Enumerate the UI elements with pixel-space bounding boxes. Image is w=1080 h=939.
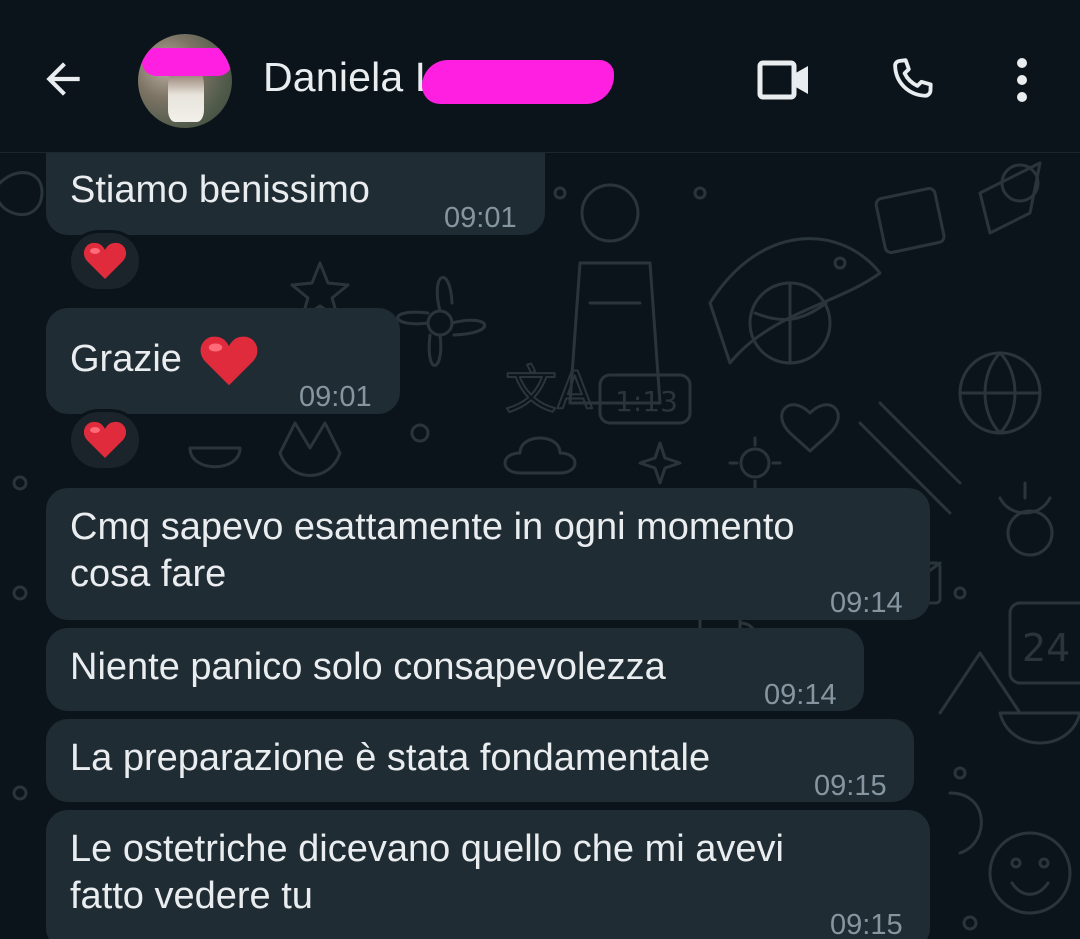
- chat-header: Daniela Li: [0, 0, 1080, 153]
- video-call-button[interactable]: [752, 48, 816, 112]
- message-bubble[interactable]: Le ostetriche dicevano quello che mi ave…: [46, 810, 930, 939]
- message-text: Niente panico solo consapevolezza: [70, 646, 666, 688]
- message-text-line-2: fatto vedere tu: [70, 875, 313, 917]
- message-text: La preparazione è stata fondamentale: [70, 737, 711, 779]
- message-bubble[interactable]: Niente panico solo consapevolezza 09:14: [46, 628, 864, 711]
- message-bubble[interactable]: La preparazione è stata fondamentale 09:…: [46, 719, 914, 802]
- video-camera-icon: [757, 60, 808, 100]
- svg-text:24: 24: [1022, 626, 1070, 670]
- message-timestamp: 09:01: [299, 381, 372, 413]
- phone-icon: [893, 58, 933, 98]
- contact-name[interactable]: Daniela Li: [263, 54, 447, 101]
- avatar-redaction: [142, 48, 232, 76]
- svg-text:文A: 文A: [505, 361, 593, 421]
- arrow-left-icon: [46, 62, 80, 96]
- message-text-line-1: Le ostetriche dicevano quello che mi ave…: [70, 828, 784, 870]
- more-vertical-icon: [1017, 58, 1027, 102]
- heart-icon: [83, 421, 127, 458]
- message-reaction[interactable]: [68, 409, 142, 471]
- heart-emoji: [200, 336, 258, 386]
- message-text-line-1: Cmq sapevo esattamente in ogni momento: [70, 506, 795, 548]
- message-list[interactable]: 文A 1:13 24 Stiamo benissimo 09:01 Grazie…: [0, 153, 1080, 939]
- message-timestamp: 09:01: [444, 202, 517, 234]
- name-redaction: [422, 60, 614, 104]
- message-text: Stiamo benissimo: [70, 169, 370, 211]
- message-timestamp: 09:14: [830, 587, 903, 619]
- voice-call-button[interactable]: [880, 48, 944, 112]
- message-bubble[interactable]: Cmq sapevo esattamente in ogni momento c…: [46, 488, 930, 620]
- message-text-line-2: cosa fare: [70, 553, 227, 595]
- heart-icon: [83, 242, 127, 279]
- message-reaction[interactable]: [68, 230, 142, 292]
- back-button[interactable]: [30, 46, 96, 112]
- message-bubble[interactable]: Stiamo benissimo 09:01: [46, 153, 545, 235]
- message-timestamp: 09:14: [764, 679, 837, 711]
- chat-screen: Daniela Li 文A 1:13 24 Stiamo benissimo 0…: [0, 0, 1080, 939]
- avatar[interactable]: [138, 34, 232, 128]
- svg-text:1:13: 1:13: [615, 385, 678, 418]
- more-options-button[interactable]: [990, 48, 1054, 112]
- message-bubble[interactable]: Grazie 09:01: [46, 308, 400, 414]
- message-timestamp: 09:15: [830, 909, 903, 939]
- message-text: Grazie: [70, 338, 182, 380]
- message-timestamp: 09:15: [814, 770, 887, 802]
